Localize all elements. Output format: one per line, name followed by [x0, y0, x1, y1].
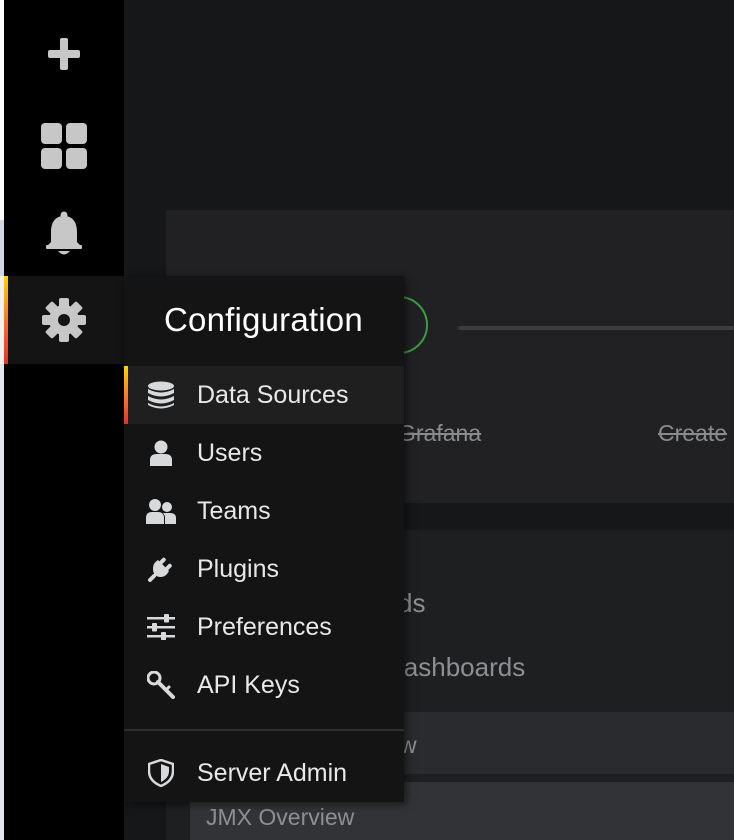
plug-icon: [146, 554, 176, 584]
step-label-create[interactable]: Create: [658, 420, 727, 447]
dropdown-header[interactable]: Configuration: [124, 276, 404, 364]
configuration-dropdown-menu: Configuration Data Sources Users Teams P…: [124, 276, 404, 802]
gear-icon: [42, 298, 86, 342]
menu-item-users[interactable]: Users: [124, 424, 404, 482]
menu-item-label: Data Sources: [197, 380, 349, 409]
menu-item-teams[interactable]: Teams: [124, 482, 404, 540]
sidemenu-create-button[interactable]: [4, 10, 124, 98]
sliders-icon: [146, 612, 176, 642]
step-label-grafana[interactable]: Grafana: [398, 420, 481, 447]
menu-item-data-sources[interactable]: Data Sources: [124, 366, 404, 424]
users-icon: [146, 496, 176, 526]
database-icon: [146, 380, 176, 410]
sidemenu-alerting-button[interactable]: [4, 190, 124, 278]
menu-item-plugins[interactable]: Plugins: [124, 540, 404, 598]
menu-item-label: API Keys: [197, 670, 300, 699]
menu-item-label: Plugins: [197, 554, 279, 583]
sidemenu-configuration-button[interactable]: [4, 276, 124, 364]
key-icon: [146, 670, 176, 700]
section-heading-dashboards-partial: lashboards: [398, 652, 526, 682]
menu-divider: [124, 729, 404, 731]
menu-item-label: Server Admin: [197, 758, 348, 787]
shield-icon: [146, 758, 176, 788]
dropdown-title: Configuration: [164, 301, 363, 338]
progress-track: [458, 326, 734, 330]
menu-item-label: Users: [197, 438, 263, 467]
sidemenu-dashboards-button[interactable]: [4, 102, 124, 190]
user-icon: [146, 438, 176, 468]
bell-icon: [46, 211, 82, 255]
menu-item-preferences[interactable]: Preferences: [124, 598, 404, 656]
menu-item-label: Preferences: [197, 612, 332, 641]
menu-item-server-admin[interactable]: Server Admin: [124, 744, 404, 802]
side-menu: [4, 0, 124, 840]
menu-item-label: Teams: [197, 496, 271, 525]
dashboard-row-title: JMX Overview: [206, 804, 355, 830]
apps-grid-icon: [41, 123, 87, 169]
menu-item-api-keys[interactable]: API Keys: [124, 656, 404, 714]
plus-icon: [48, 38, 80, 70]
